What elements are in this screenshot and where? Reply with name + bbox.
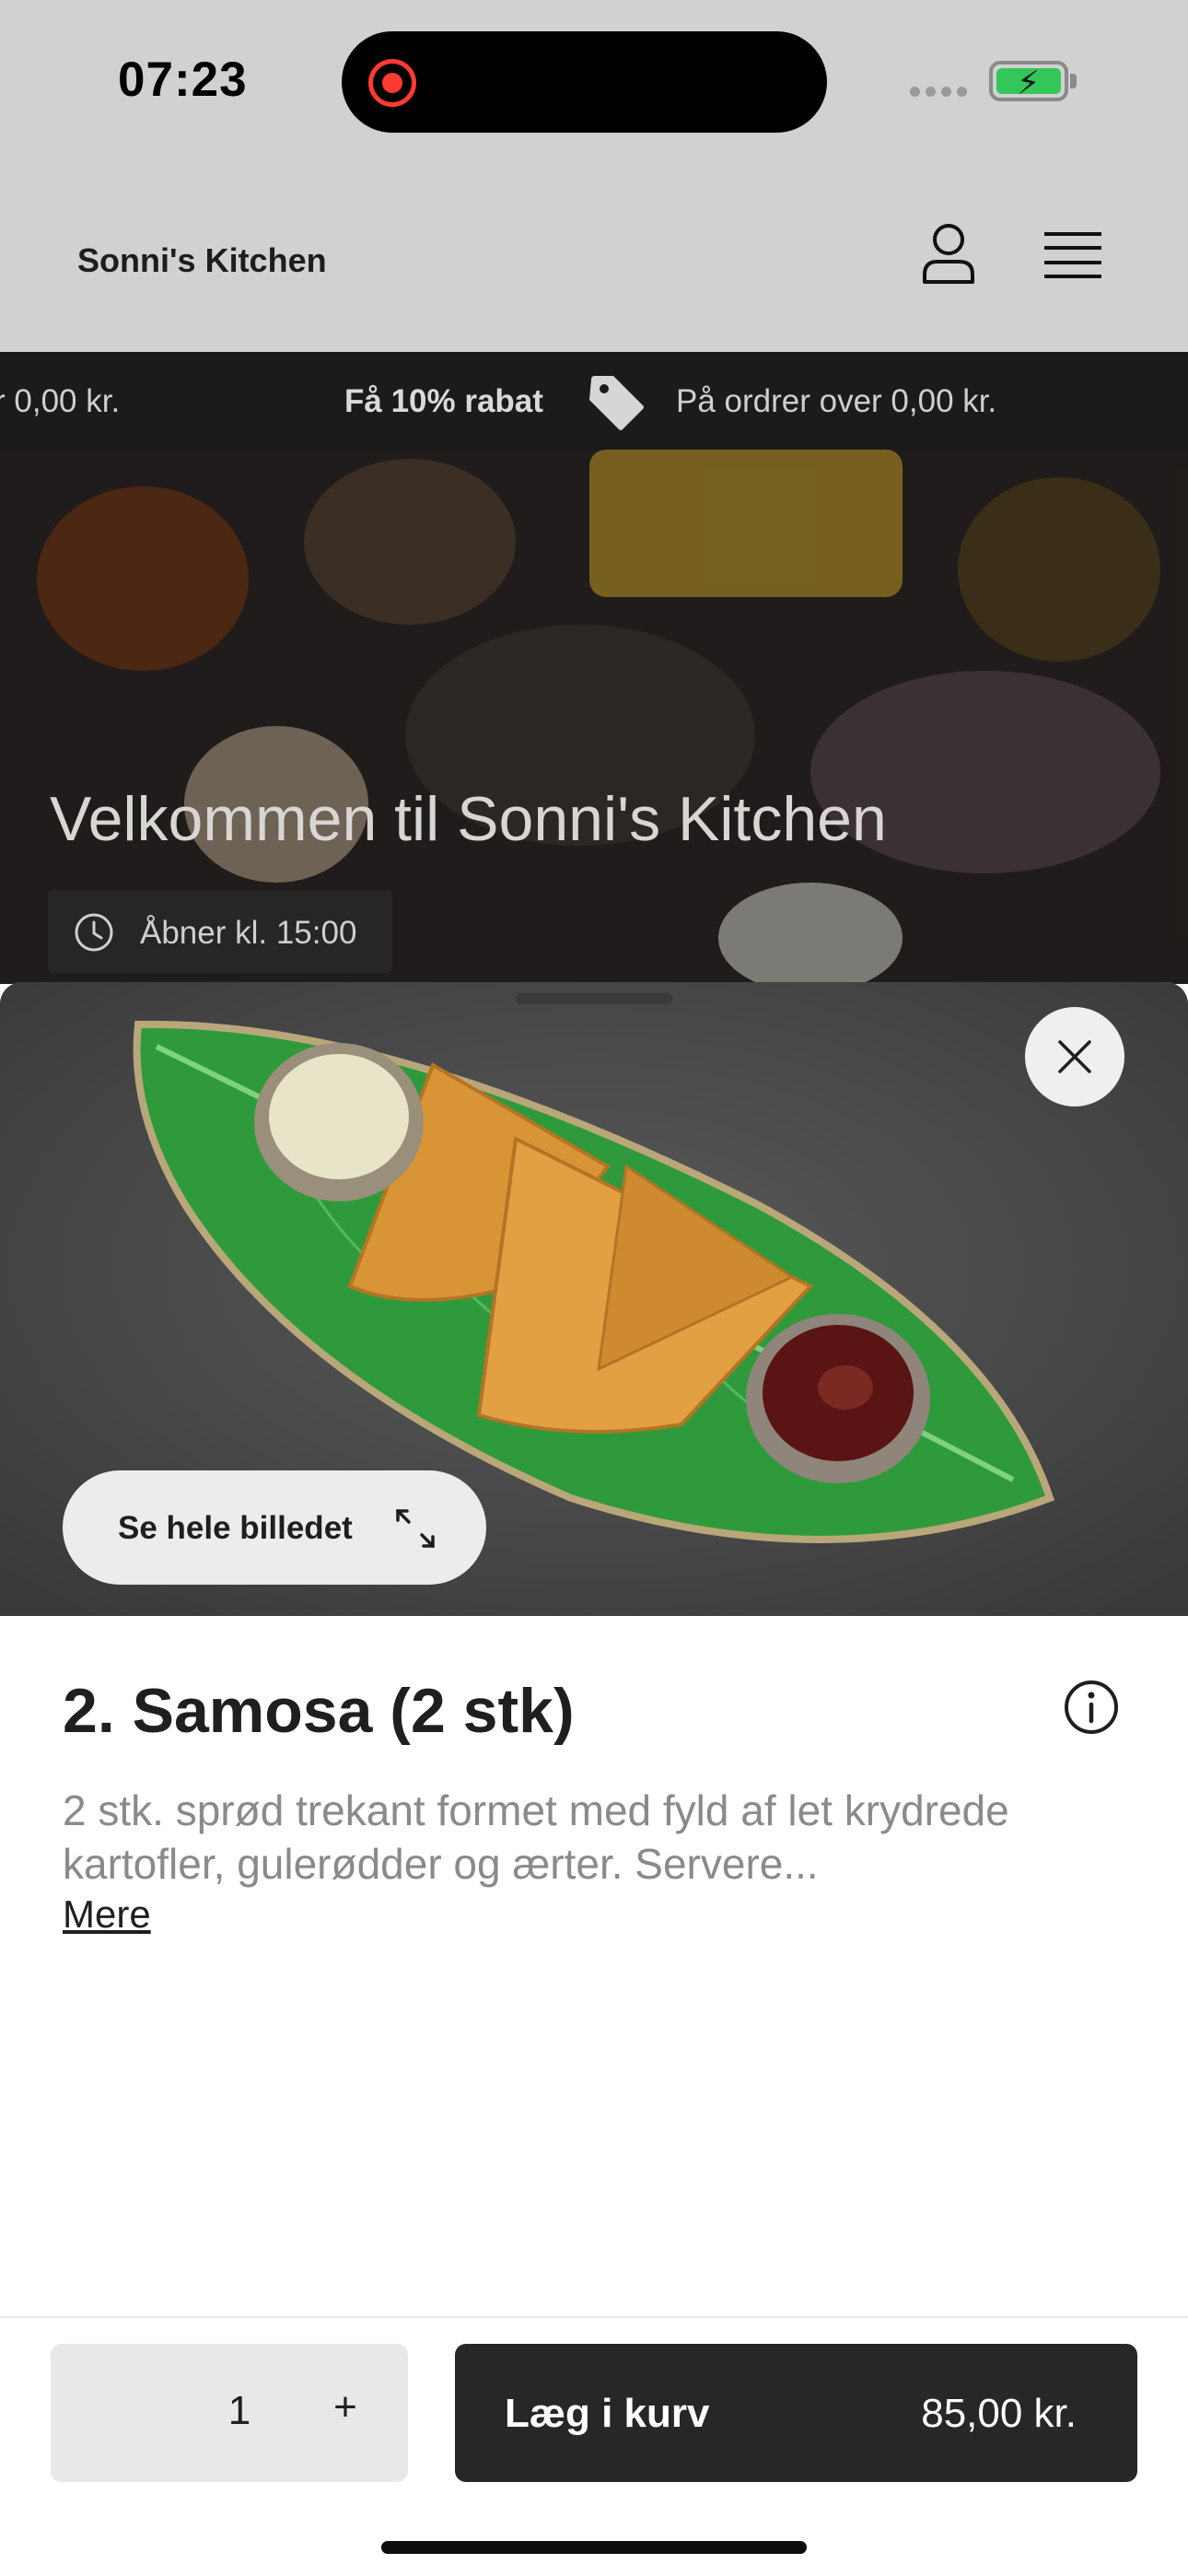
more-link[interactable]: Mere [63, 1892, 151, 1937]
quantity-value[interactable]: 1 [216, 2388, 262, 2434]
see-full-image-label: Se hele billedet [118, 1510, 353, 1546]
sheet-grabber[interactable] [516, 993, 672, 1004]
product-title: 2. Samosa (2 stk) [63, 1676, 575, 1746]
promo-text-previous: r 0,00 kr. [0, 383, 121, 419]
promo-discount: Få 10% rabat [344, 383, 543, 419]
close-button[interactable] [1025, 1007, 1124, 1107]
quantity-stepper: 1 + [51, 2344, 408, 2482]
promo-bar: r 0,00 kr. Få 10% rabat På ordrer over 0… [0, 352, 1188, 450]
add-to-cart-price: 85,00 kr. [921, 2391, 1077, 2436]
status-bar: 07:23 ⚡ [0, 0, 1188, 175]
status-time: 07:23 [118, 53, 248, 107]
opening-hours-chip: Åbner kl. 15:00 [48, 890, 392, 973]
info-icon[interactable] [1063, 1679, 1120, 1736]
promo-condition: På ordrer over 0,00 kr. [676, 383, 997, 419]
clock-icon [75, 913, 113, 952]
hero-title: Velkommen til Sonni's Kitchen [50, 784, 887, 854]
brand-name[interactable]: Sonni's Kitchen [77, 241, 327, 280]
cellular-signal-icon [910, 87, 967, 97]
site-header: Sonni's Kitchen [0, 175, 1188, 352]
menu-icon[interactable] [1042, 230, 1103, 280]
screen-recording-icon [368, 59, 416, 107]
hero-banner: Velkommen til Sonni's Kitchen Åbner kl. … [0, 450, 1188, 984]
add-to-cart-label: Læg i kurv [505, 2391, 710, 2436]
battery-icon: ⚡ [989, 61, 1068, 101]
battery-cap [1070, 74, 1077, 88]
footer-divider [0, 2316, 1188, 2318]
see-full-image-button[interactable]: Se hele billedet [63, 1470, 486, 1585]
close-icon [1058, 1040, 1091, 1073]
product-sheet: Se hele billedet 2. Samosa (2 stk) 2 stk… [0, 982, 1188, 2576]
add-to-cart-button[interactable]: Læg i kurv 85,00 kr. [455, 2344, 1137, 2482]
tag-icon [589, 376, 644, 430]
expand-icon [396, 1509, 435, 1548]
user-icon[interactable] [919, 221, 978, 286]
product-description: 2 stk. sprød trekant formet med fyld af … [63, 1786, 1009, 1888]
quantity-increase-button[interactable]: + [318, 2384, 373, 2440]
opening-hours-text: Åbner kl. 15:00 [140, 915, 357, 951]
home-indicator[interactable] [381, 2541, 807, 2554]
